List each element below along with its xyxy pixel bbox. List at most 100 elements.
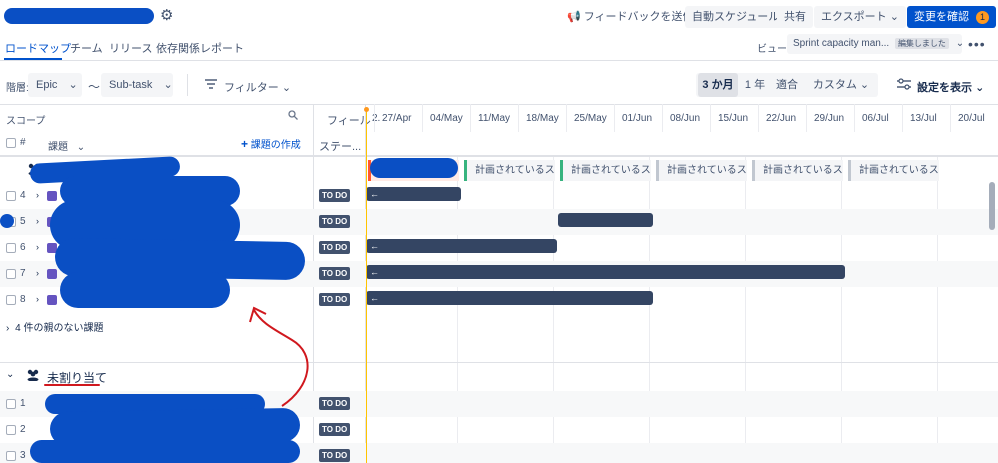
number-column-header: # <box>20 137 26 148</box>
chevron-down-icon: ⌄ <box>955 38 962 49</box>
settings-sliders-icon[interactable] <box>897 78 911 90</box>
timeline-bar[interactable]: ← <box>366 291 653 305</box>
status-badge: TO DO <box>319 241 351 254</box>
date-tick <box>518 104 519 132</box>
tab-releases[interactable]: リリース <box>109 40 152 56</box>
confirm-changes-button[interactable]: 変更を確認 1 <box>907 6 997 28</box>
chevron-right-icon[interactable]: › <box>36 216 39 226</box>
search-icon[interactable] <box>288 110 298 120</box>
chevron-right-icon[interactable]: › <box>36 268 39 278</box>
vertical-scrollbar[interactable] <box>989 182 995 230</box>
sprint-block[interactable]: 計画されているス... <box>848 160 939 181</box>
row-checkbox[interactable] <box>6 243 16 253</box>
timeline-date: 01/Jun <box>622 113 653 124</box>
chevron-right-icon[interactable]: › <box>36 294 39 304</box>
today-line <box>366 110 367 463</box>
range-3-months[interactable]: 3 か月 <box>698 73 738 97</box>
share-button[interactable]: 共有 <box>777 6 813 28</box>
to-level-select[interactable]: Sub-task ⌄ <box>101 73 173 97</box>
select-all-checkbox[interactable] <box>6 138 16 148</box>
arrow-left-icon: ← <box>370 241 379 251</box>
tab-team[interactable]: チーム <box>70 40 103 56</box>
chevron-down-icon: ⌄ <box>859 79 870 91</box>
hierarchy-label: 階層: <box>6 83 29 94</box>
date-tick <box>662 104 663 132</box>
range-1-year[interactable]: 1 年 <box>740 73 770 97</box>
chevron-right-icon[interactable]: › <box>36 242 39 252</box>
status-badge: TO DO <box>319 293 351 306</box>
date-tick <box>566 104 567 132</box>
row-checkbox[interactable] <box>6 399 16 409</box>
arrow-left-icon: ← <box>370 189 379 199</box>
date-tick <box>902 104 903 132</box>
chevron-down-icon: ⌄ <box>281 82 292 94</box>
chevron-down-icon[interactable]: ⌄ <box>6 369 14 380</box>
issue-column-header[interactable]: 課題 ⌄ <box>48 138 85 153</box>
timeline-bar[interactable]: ← <box>366 239 557 253</box>
plus-icon: + <box>241 137 249 151</box>
row-checkbox[interactable] <box>6 295 16 305</box>
status-badge: TO DO <box>319 215 351 228</box>
row-checkbox[interactable] <box>6 451 16 461</box>
date-tick <box>758 104 759 132</box>
timeline-bar[interactable] <box>558 213 653 227</box>
export-button[interactable]: エクスポート ⌄ <box>814 6 906 28</box>
row-number: 7 <box>20 268 26 279</box>
timeline-date: 22/Jun <box>766 113 797 124</box>
view-select[interactable]: Sprint capacity man... 編集しました ⌄ <box>787 34 962 54</box>
row-checkbox[interactable] <box>6 425 16 435</box>
timeline-bar[interactable]: ← <box>366 265 845 279</box>
from-level-select[interactable]: Epic ⌄ <box>28 73 82 97</box>
feedback-button[interactable]: 📢 フィードバックを送信 <box>560 6 701 28</box>
epic-icon <box>47 191 57 201</box>
row-checkbox[interactable] <box>6 191 16 201</box>
grid-top-border <box>0 104 998 105</box>
timeline-date: 18/May <box>526 113 559 124</box>
orphan-issues-toggle[interactable]: › 4 件の親のない課題 <box>6 319 103 334</box>
row-number: 6 <box>20 242 26 253</box>
view-settings-button[interactable]: 設定を表示 ⌄ <box>917 79 984 95</box>
tab-roadmap[interactable]: ロードマップ <box>5 40 71 56</box>
date-tick <box>806 104 807 132</box>
sprint-block[interactable]: 計画されているス... <box>464 160 555 181</box>
status-badge: TO DO <box>319 449 351 462</box>
date-tick <box>470 104 471 132</box>
epic-icon <box>47 295 57 305</box>
row-number: 3 <box>20 450 26 461</box>
auto-schedule-button[interactable]: 自動スケジュール <box>685 6 787 28</box>
range-fit[interactable]: 適合 <box>772 73 802 97</box>
changes-count-badge: 1 <box>976 11 990 24</box>
top-bar: ⚙ 📢 フィードバックを送信 自動スケジュール 共有 エクスポート ⌄ 変更を確… <box>0 0 998 36</box>
filter-icon[interactable] <box>205 78 217 90</box>
sprint-block[interactable]: 計画されているス... <box>752 160 843 181</box>
timeline-date: 13/Jul <box>910 113 937 124</box>
row-number: 5 <box>20 216 26 227</box>
chevron-down-icon: ⌄ <box>163 79 173 91</box>
red-annotation-underline <box>44 384 100 386</box>
timeline-date: 20/Jul <box>958 113 985 124</box>
timeline-date: 15/Jun <box>718 113 749 124</box>
arrow-left-icon: ← <box>370 293 379 303</box>
row-checkbox[interactable] <box>6 269 16 279</box>
redaction-scribble <box>370 158 458 178</box>
sprint-block[interactable]: 計画されているス... <box>560 160 651 181</box>
chevron-down-icon: ⌄ <box>68 79 78 91</box>
range-custom[interactable]: カスタム ⌄ <box>806 73 876 97</box>
range-tilde: 〜 <box>88 80 101 94</box>
timeline-date: 06/Jul <box>862 113 889 124</box>
date-tick <box>614 104 615 132</box>
create-issue-button[interactable]: + 課題の作成 <box>241 136 301 151</box>
timeline-date: 27/Apr <box>382 113 412 124</box>
epic-icon <box>47 269 57 279</box>
chevron-down-icon: ⌄ <box>76 142 86 153</box>
tab-dependencies[interactable]: 依存関係レポート <box>156 40 244 56</box>
more-icon[interactable]: ••• <box>968 36 986 52</box>
timeline-bar[interactable]: ← <box>366 187 461 201</box>
timeline-date: 25/May <box>574 113 607 124</box>
chevron-right-icon[interactable]: › <box>36 190 39 200</box>
filter-button[interactable]: フィルター ⌄ <box>224 79 291 95</box>
gear-icon[interactable]: ⚙ <box>160 8 176 24</box>
sprint-block[interactable]: 計画されているス... <box>656 160 747 181</box>
chevron-down-icon: ⌄ <box>889 11 899 23</box>
toolbar-separator <box>187 74 188 96</box>
